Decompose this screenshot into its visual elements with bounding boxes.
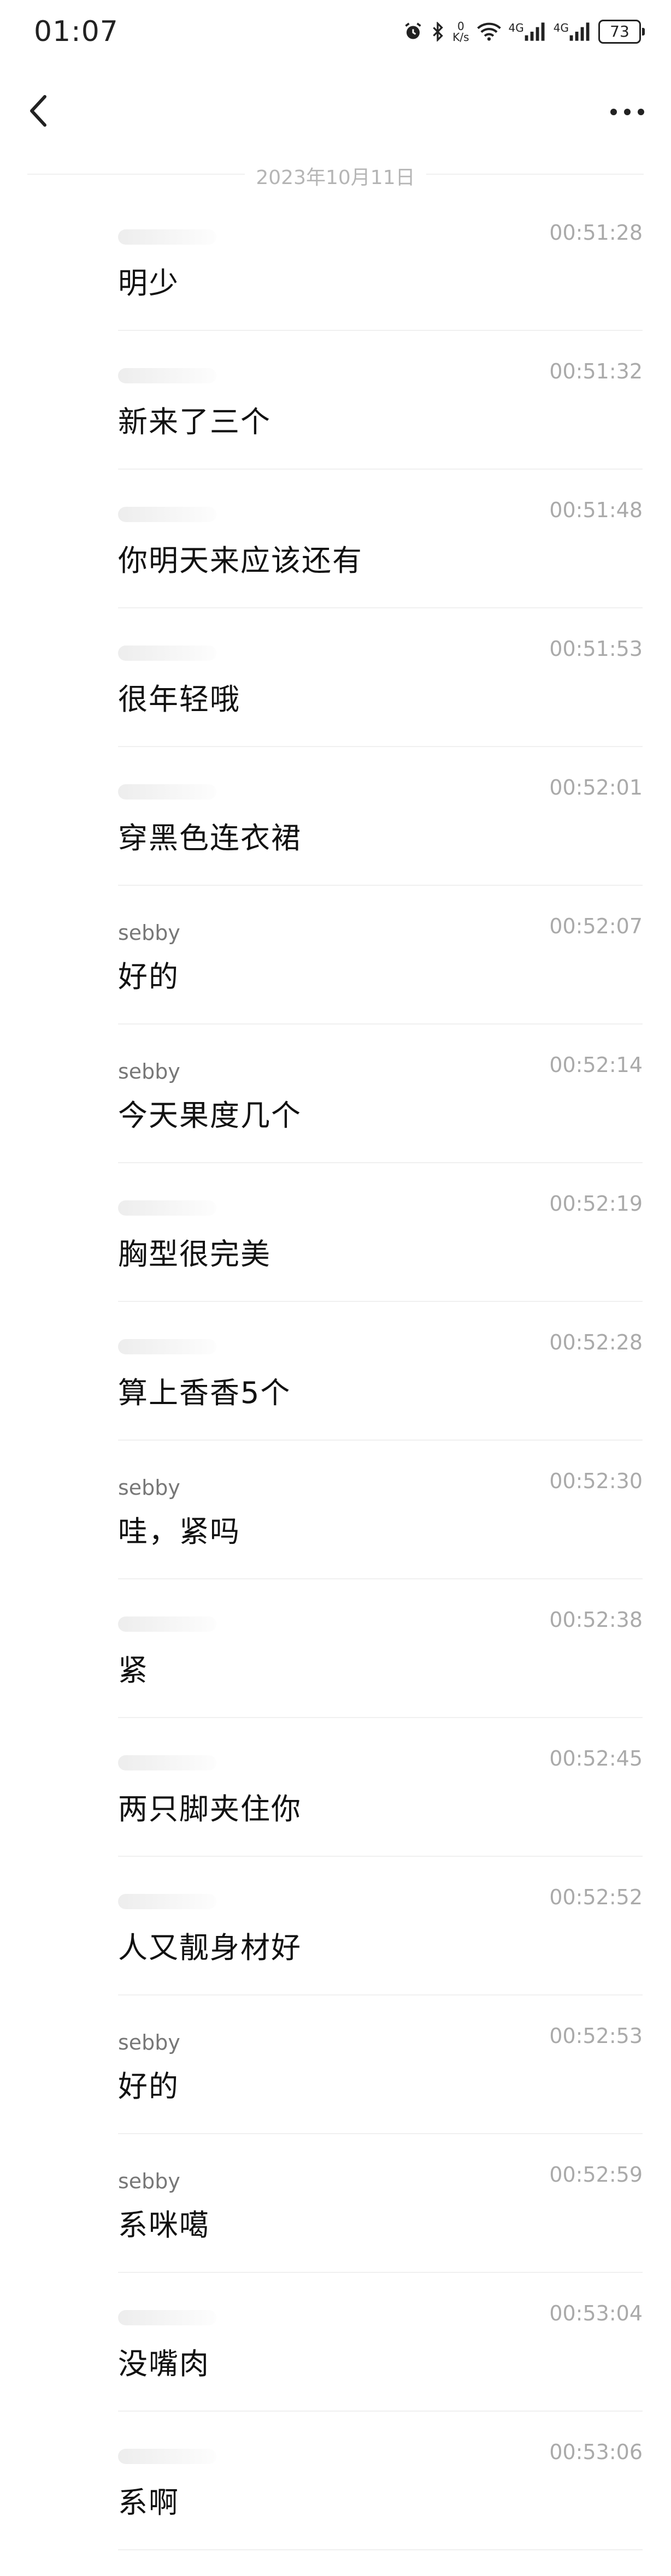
message-row[interactable]: sebby 00:52:07 好的	[0, 886, 671, 1025]
cell-signal-1: 4G	[509, 22, 546, 41]
message-text: 今天果度几个	[118, 1098, 302, 1133]
battery-level: 73	[598, 20, 641, 44]
message-text: 明少	[118, 266, 179, 300]
sender-name-redacted	[118, 1616, 216, 1632]
message-row[interactable]: sebby 00:52:59 系咪噶	[0, 2134, 671, 2273]
alarm-icon	[403, 22, 423, 42]
chat-header	[0, 82, 671, 142]
sender-name-redacted	[118, 1200, 216, 1216]
message-row[interactable]: 00:52:28 算上香香5个	[0, 1302, 671, 1441]
message-time: 00:51:32	[549, 359, 643, 383]
cell-signal-2: 4G	[554, 22, 591, 41]
message-text: 两只脚夹住你	[118, 1792, 302, 1826]
sender-name-redacted	[118, 507, 216, 522]
message-time: 00:52:52	[549, 1885, 643, 1909]
message-row[interactable]: 00:51:28 明少	[0, 192, 671, 331]
status-bar: 01:07 0 K/s 4G 4G 73	[0, 0, 671, 66]
status-time: 01:07	[34, 15, 119, 48]
message-text: 紧	[118, 1653, 149, 1687]
message-text: 很年轻哦	[118, 682, 240, 716]
message-row[interactable]: 00:52:45 两只脚夹住你	[0, 1718, 671, 1857]
status-icons: 0 K/s 4G 4G 73	[403, 20, 645, 44]
sender-name-redacted	[118, 368, 216, 383]
message-time: 00:52:59	[549, 2163, 643, 2187]
sender-name-redacted	[118, 1894, 216, 1909]
message-divider	[118, 2549, 643, 2550]
message-time: 00:52:53	[549, 2024, 643, 2048]
battery-tip	[642, 28, 645, 35]
message-text: 你明天来应该还有	[118, 543, 363, 578]
message-row[interactable]: 00:51:32 新来了三个	[0, 331, 671, 470]
sender-name: sebby	[118, 2030, 180, 2054]
message-text: 好的	[118, 2069, 179, 2104]
message-row[interactable]: sebby 00:52:14 今天果度几个	[0, 1025, 671, 1163]
message-time: 00:52:30	[549, 1469, 643, 1493]
message-time: 00:53:06	[549, 2440, 643, 2464]
message-row[interactable]: 00:51:53 很年轻哦	[0, 608, 671, 747]
sender-name-redacted	[118, 1339, 216, 1354]
message-text: 好的	[118, 960, 179, 994]
message-text: 哇，紧吗	[118, 1514, 240, 1549]
message-row[interactable]: 00:52:01 穿黑色连衣裙	[0, 747, 671, 886]
message-time: 00:51:28	[549, 221, 643, 245]
message-row[interactable]: 00:51:48 你明天来应该还有	[0, 470, 671, 608]
sender-name-redacted	[118, 1755, 216, 1770]
message-row[interactable]: 00:53:04 没嘴肉	[0, 2273, 671, 2412]
message-row[interactable]: 00:52:38 紧	[0, 1579, 671, 1718]
sender-name-redacted	[118, 646, 216, 661]
sender-name-redacted	[118, 784, 216, 800]
net-speed-unit: K/s	[452, 31, 469, 44]
message-time: 00:52:14	[549, 1053, 643, 1077]
message-text: 人又靓身材好	[118, 1930, 302, 1965]
message-time: 00:52:45	[549, 1746, 643, 1770]
message-row[interactable]: 00:52:19 胸型很完美	[0, 1163, 671, 1302]
message-row[interactable]: 00:53:06 系啊	[0, 2412, 671, 2550]
message-text: 新来了三个	[118, 405, 271, 439]
sender-name: sebby	[118, 921, 180, 945]
message-text: 算上香香5个	[118, 1376, 291, 1410]
signal-label-1: 4G	[508, 21, 524, 34]
wifi-icon	[476, 22, 501, 42]
message-time: 00:52:38	[549, 1608, 643, 1632]
signal-bars-icon	[569, 22, 590, 41]
message-text: 穿黑色连衣裙	[118, 821, 302, 855]
sender-name-redacted	[118, 2449, 216, 2464]
message-time: 00:52:07	[549, 914, 643, 938]
message-time: 00:52:28	[549, 1330, 643, 1354]
date-separator: 2023年10月11日	[0, 162, 671, 190]
signal-bars-icon	[525, 22, 545, 41]
bluetooth-icon	[431, 22, 445, 42]
sender-name: sebby	[118, 1476, 180, 1500]
message-time: 00:53:04	[549, 2301, 643, 2325]
message-time: 00:52:01	[549, 775, 643, 800]
message-row[interactable]: sebby 00:52:30 哇，紧吗	[0, 1441, 671, 1579]
sender-name: sebby	[118, 1059, 180, 1083]
chevron-left-icon	[30, 95, 46, 127]
sender-name-redacted	[118, 2310, 216, 2325]
sender-name-redacted	[118, 229, 216, 245]
message-list: 00:51:28 明少 00:51:32 新来了三个 00:51:48 你明天来应该还有 0…	[0, 192, 671, 2550]
date-text: 2023年10月11日	[245, 167, 426, 189]
message-time: 00:52:19	[549, 1192, 643, 1216]
sender-name: sebby	[118, 2169, 180, 2193]
message-time: 00:51:48	[549, 498, 643, 522]
net-speed-value: 0	[457, 20, 464, 33]
message-text: 系啊	[118, 2485, 179, 2520]
more-options-button[interactable]	[605, 96, 649, 128]
message-row[interactable]: 00:52:52 人又靓身材好	[0, 1857, 671, 1995]
net-speed: 0 K/s	[452, 21, 469, 43]
more-dots-icon	[610, 109, 644, 115]
message-text: 胸型很完美	[118, 1237, 271, 1271]
message-row[interactable]: sebby 00:52:53 好的	[0, 1995, 671, 2134]
back-button[interactable]	[22, 92, 55, 130]
message-text: 没嘴肉	[118, 2347, 210, 2381]
message-text: 系咪噶	[118, 2208, 210, 2242]
battery-indicator: 73	[598, 20, 645, 44]
message-time: 00:51:53	[549, 637, 643, 661]
signal-label-2: 4G	[553, 21, 569, 34]
